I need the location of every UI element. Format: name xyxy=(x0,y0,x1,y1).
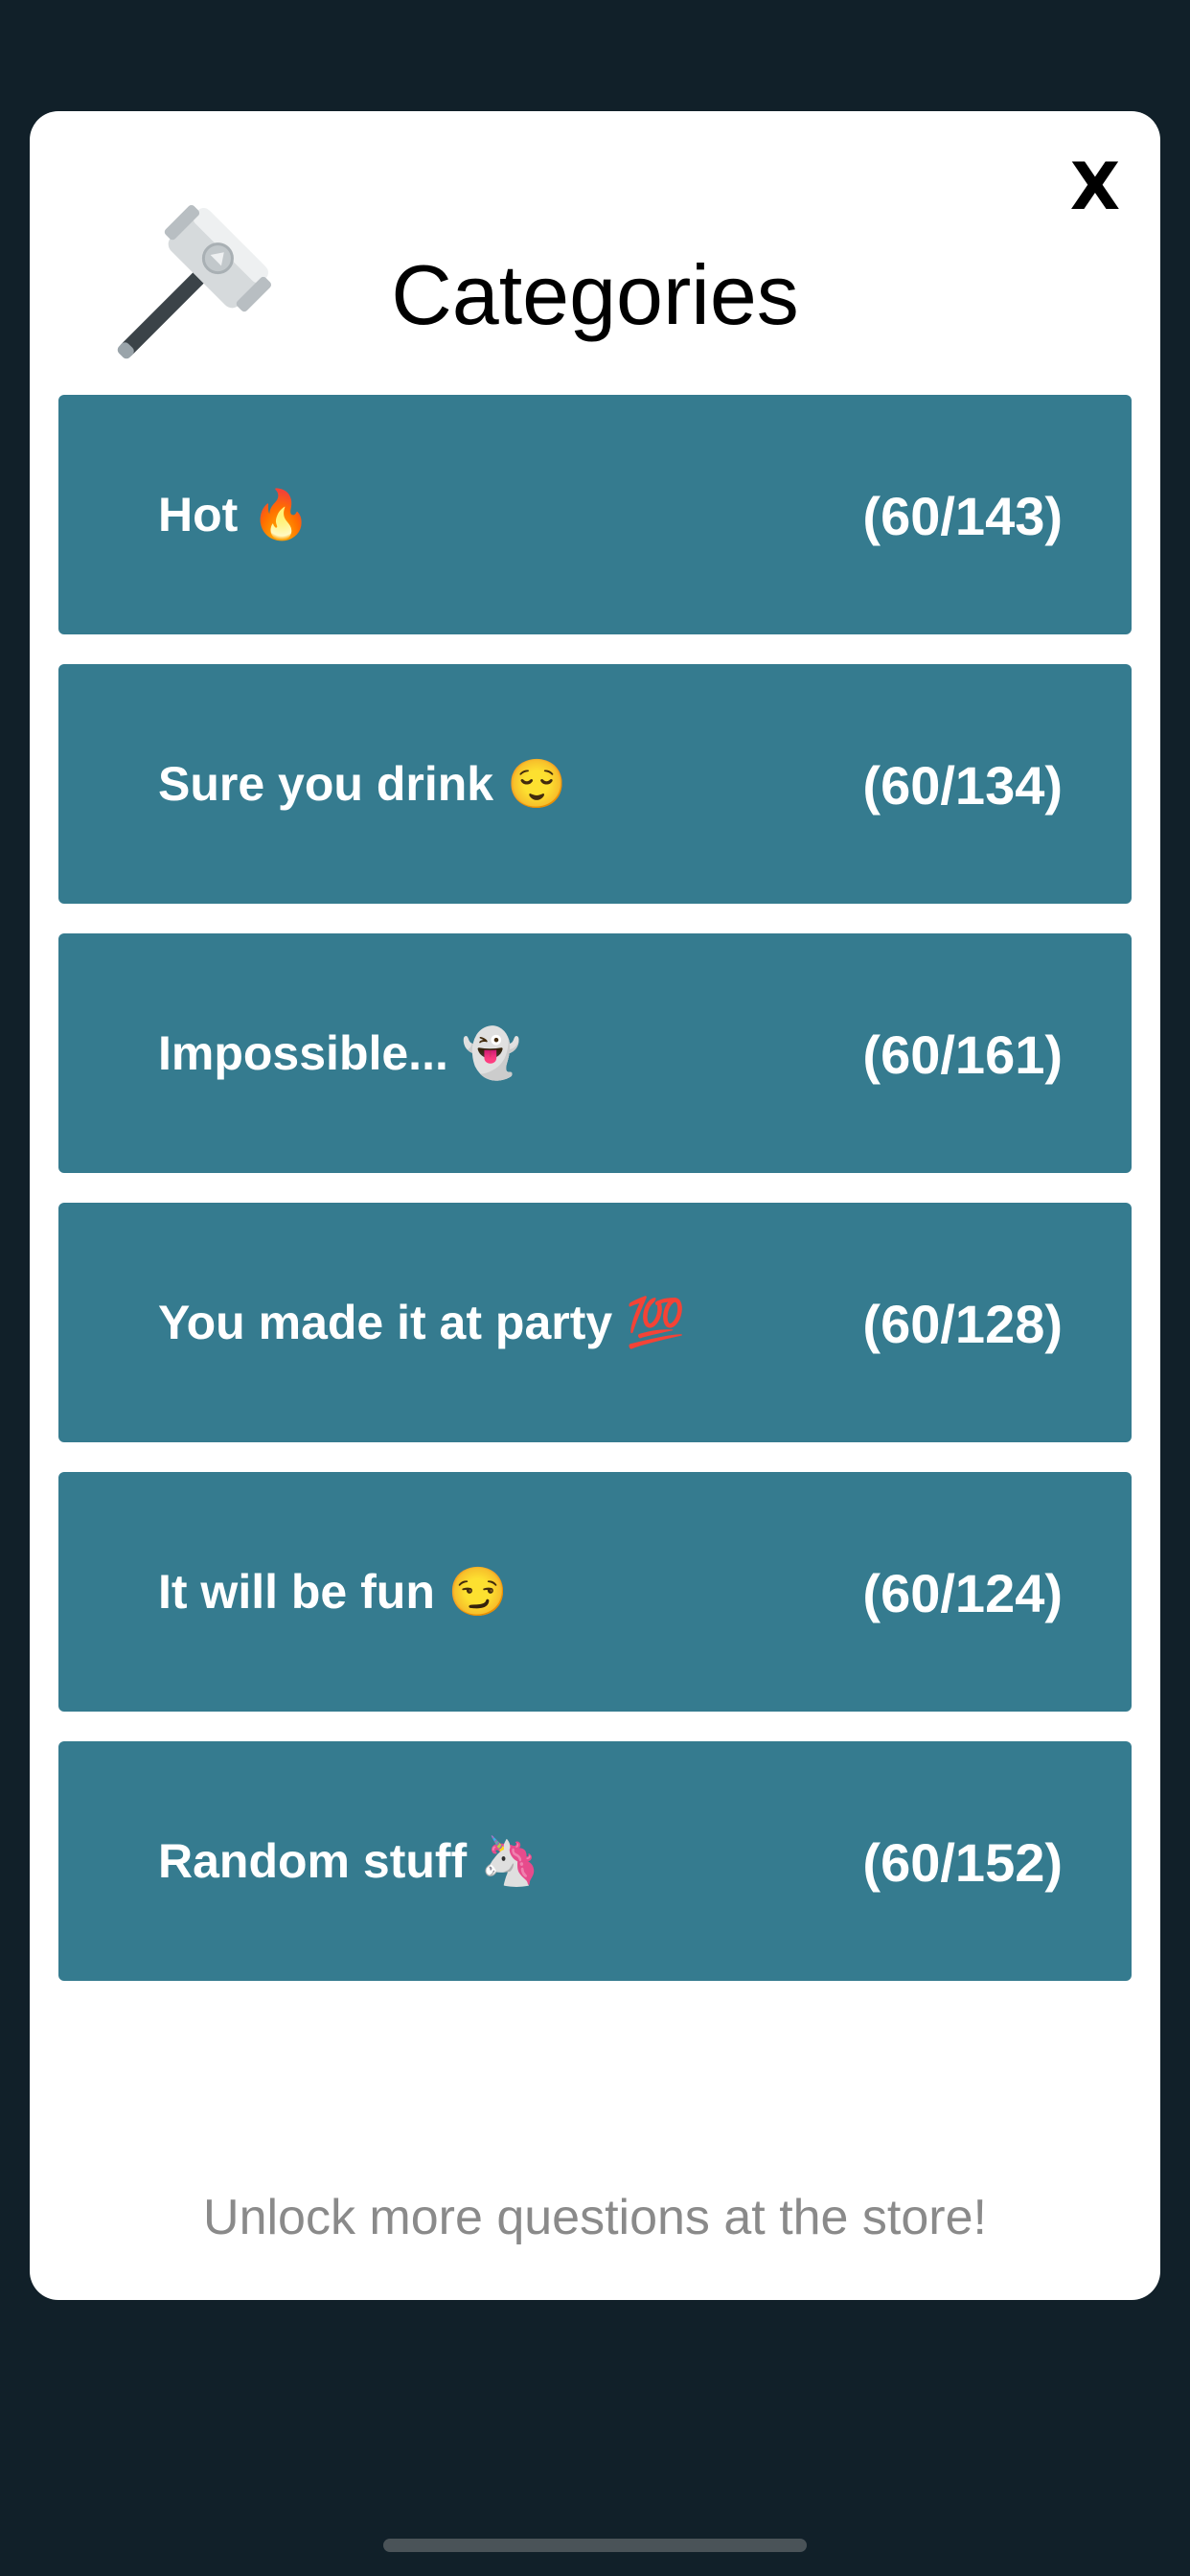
category-row-fun[interactable]: It will be fun 😏 (60/124) xyxy=(58,1472,1132,1712)
category-row-hot[interactable]: Hot 🔥 (60/143) xyxy=(58,395,1132,634)
category-count: (60/152) xyxy=(862,1832,1063,1893)
category-list: Hot 🔥 (60/143) Sure you drink 😌 (60/134)… xyxy=(58,395,1132,2011)
category-count: (60/124) xyxy=(862,1563,1063,1623)
category-label: Hot 🔥 xyxy=(158,488,311,541)
category-count: (60/143) xyxy=(862,486,1063,546)
category-label: You made it at party 💯 xyxy=(158,1296,686,1349)
close-button[interactable]: X xyxy=(1057,150,1133,226)
category-row-sure-you-drink[interactable]: Sure you drink 😌 (60/134) xyxy=(58,664,1132,904)
category-label: Random stuff 🦄 xyxy=(158,1834,540,1888)
store-note[interactable]: Unlock more questions at the store! xyxy=(30,2189,1160,2246)
app-screen: X Categories Hot 🔥 (60/143) Sure you dri… xyxy=(0,0,1190,2576)
category-row-party[interactable]: You made it at party 💯 (60/128) xyxy=(58,1203,1132,1442)
category-row-impossible[interactable]: Impossible... 👻 (60/161) xyxy=(58,933,1132,1173)
modal-title: Categories xyxy=(391,247,799,342)
category-count: (60/128) xyxy=(862,1294,1063,1354)
category-count: (60/134) xyxy=(862,755,1063,816)
categories-modal: X Categories Hot 🔥 (60/143) Sure you dri… xyxy=(30,111,1160,2300)
home-indicator[interactable] xyxy=(383,2539,807,2552)
category-row-random-stuff[interactable]: Random stuff 🦄 (60/152) xyxy=(58,1741,1132,1981)
category-count: (60/161) xyxy=(862,1024,1063,1085)
category-label: It will be fun 😏 xyxy=(158,1565,509,1619)
category-label: Sure you drink 😌 xyxy=(158,757,567,811)
category-label: Impossible... 👻 xyxy=(158,1026,522,1080)
